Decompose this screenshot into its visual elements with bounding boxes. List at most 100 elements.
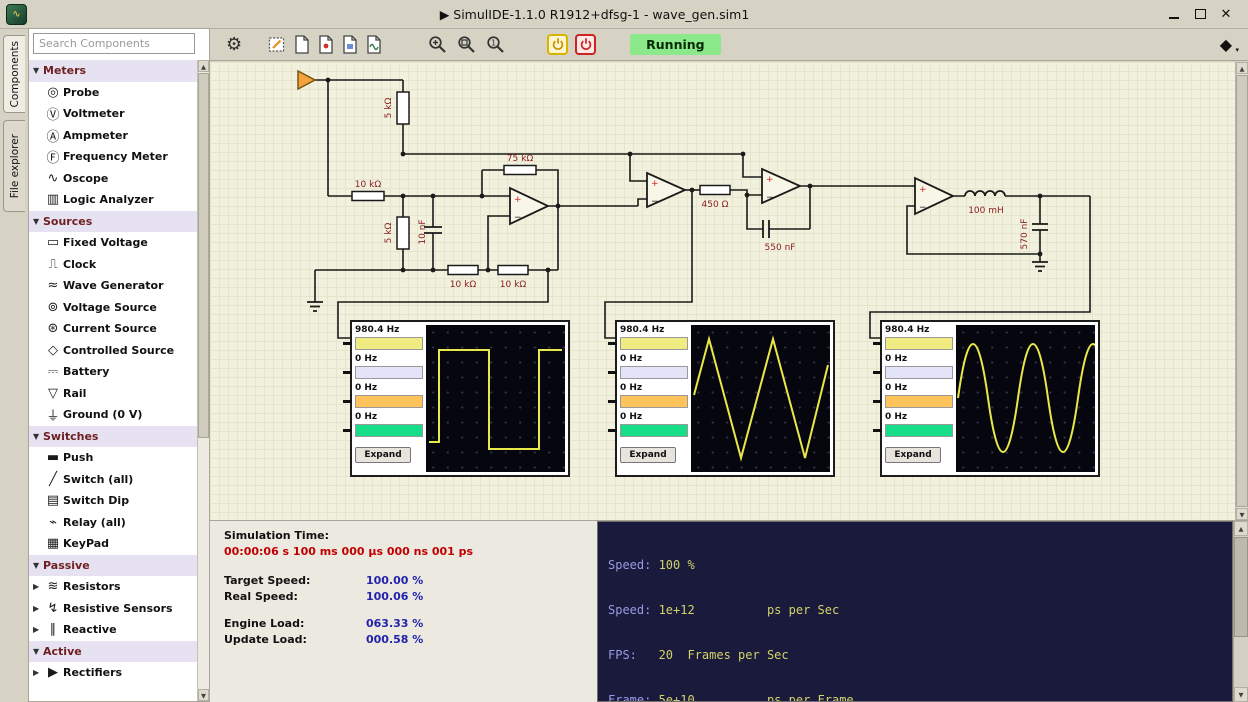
channel3-frequency: 0 Hz — [885, 383, 953, 394]
minimize-icon — [1169, 17, 1179, 19]
opamp-2[interactable]: + − — [647, 173, 685, 207]
export-circuit-icon[interactable] — [366, 35, 382, 54]
wave-generator-symbol[interactable] — [298, 71, 315, 89]
component-item-push[interactable]: ▬Push — [29, 447, 197, 469]
component-item-resistive-sensors[interactable]: ▶↯Resistive Sensors — [29, 598, 197, 620]
component-item-resistors[interactable]: ▶≋Resistors — [29, 576, 197, 598]
expand-button[interactable]: Expand — [620, 447, 676, 463]
scroll-down-icon[interactable]: ▼ — [1236, 508, 1248, 520]
scroll-down-icon[interactable]: ▼ — [198, 689, 209, 701]
expand-button[interactable]: Expand — [885, 447, 941, 463]
clock-icon: ⎍ — [43, 257, 63, 272]
maximize-icon — [1195, 9, 1206, 19]
scroll-thumb[interactable] — [1234, 537, 1248, 637]
zoom-one-icon[interactable]: 1 — [486, 35, 505, 54]
component-item-frequency-meter[interactable]: ⒻFrequency Meter — [29, 146, 197, 168]
component-search-input[interactable] — [33, 33, 195, 54]
oscilloscope-3[interactable]: 980.4 Hz 0 Hz 0 Hz 0 Hz Expand — [880, 320, 1100, 477]
oscilloscope-1[interactable]: 980.4 Hz 0 Hz 0 Hz 0 Hz Expand — [350, 320, 570, 477]
scroll-up-icon[interactable]: ▲ — [1234, 521, 1248, 536]
component-item-relay[interactable]: ⌁Relay (all) — [29, 512, 197, 534]
component-item-voltage-source[interactable]: ⊚Voltage Source — [29, 297, 197, 319]
open-circuit-icon[interactable] — [318, 35, 334, 54]
power-button-group — [547, 34, 596, 55]
resistor-r4[interactable]: 5 kΩ — [384, 217, 409, 249]
circuit-canvas[interactable]: 5 kΩ 10 kΩ 75 kΩ 5 kΩ 10 nF 10 kΩ — [210, 62, 1235, 520]
scroll-thumb[interactable] — [198, 73, 209, 438]
opamp-4[interactable]: + − — [915, 178, 953, 214]
oscilloscope-2[interactable]: 980.4 Hz 0 Hz 0 Hz 0 Hz Expand — [615, 320, 835, 477]
component-label: Voltmeter — [63, 107, 125, 120]
stat-label: Real Speed: — [224, 590, 366, 603]
component-item-switch[interactable]: ╱Switch (all) — [29, 469, 197, 491]
resistor-r7[interactable]: 450 Ω — [700, 186, 730, 211]
opamp-1[interactable]: + − — [510, 188, 548, 224]
scope-channel-panel: 980.4 Hz 0 Hz 0 Hz 0 Hz Expand — [620, 325, 688, 472]
side-tab-strip: Components File explorer — [0, 28, 28, 702]
zoom-fit-icon[interactable] — [457, 35, 476, 54]
tab-components[interactable]: Components — [3, 35, 25, 113]
component-label: KeyPad — [63, 537, 109, 550]
capacitor-c1[interactable]: 10 nF — [418, 219, 442, 244]
category-meters[interactable]: ▼Meters — [29, 60, 197, 82]
ground-symbol-1[interactable] — [307, 302, 323, 311]
category-passive[interactable]: ▼Passive — [29, 555, 197, 577]
component-item-rectifiers[interactable]: ▶▶Rectifiers — [29, 662, 197, 684]
appearance-icon[interactable]: ◆▾ — [1220, 35, 1232, 54]
save-circuit-icon[interactable] — [342, 35, 358, 54]
tab-file-explorer[interactable]: File explorer — [3, 120, 25, 212]
zoom-in-icon[interactable] — [428, 35, 447, 54]
component-item-battery[interactable]: ⎓Battery — [29, 361, 197, 383]
capacitor-c3[interactable]: 570 nF — [1020, 219, 1048, 250]
stat-label: Engine Load: — [224, 617, 366, 630]
category-active[interactable]: ▼Active — [29, 641, 197, 663]
component-item-fixed-voltage[interactable]: ▭Fixed Voltage — [29, 232, 197, 254]
scroll-up-icon[interactable]: ▲ — [198, 60, 209, 72]
component-item-oscope[interactable]: ∿Oscope — [29, 168, 197, 190]
edit-circuit-icon[interactable] — [268, 35, 286, 54]
capacitor-c2[interactable]: 550 nF — [763, 220, 795, 253]
expand-button[interactable]: Expand — [355, 447, 411, 463]
component-item-logic-analyzer[interactable]: ▥Logic Analyzer — [29, 189, 197, 211]
app-window: ∿ ▶ SimulIDE-1.1.0 R1912+dfsg-1 - wave_g… — [0, 0, 1248, 702]
resistor-r3[interactable]: 10 kΩ — [352, 180, 384, 201]
component-item-current-source[interactable]: ⊛Current Source — [29, 318, 197, 340]
resistor-r1[interactable]: 5 kΩ — [384, 92, 409, 124]
canvas-scrollbar[interactable]: ▲ ▼ — [1235, 62, 1248, 520]
category-sources[interactable]: ▼Sources — [29, 211, 197, 233]
power-off-icon[interactable] — [575, 34, 596, 55]
component-item-ampmeter[interactable]: ⒶAmpmeter — [29, 125, 197, 147]
maximize-button[interactable] — [1188, 4, 1212, 24]
wave-generator-icon: ≈ — [43, 278, 63, 293]
opamp-3[interactable]: + − — [762, 169, 800, 203]
component-item-switch-dip[interactable]: ▤Switch Dip — [29, 490, 197, 512]
component-item-controlled-source[interactable]: ◇Controlled Source — [29, 340, 197, 362]
component-label: Push — [63, 451, 93, 464]
resistor-r5[interactable]: 10 kΩ — [448, 266, 478, 291]
console-scrollbar[interactable]: ▲ ▼ — [1233, 521, 1248, 702]
minimize-button[interactable] — [1162, 4, 1186, 24]
new-circuit-icon[interactable] — [294, 35, 310, 54]
components-scrollbar[interactable]: ▲ ▼ — [197, 60, 209, 701]
scroll-up-icon[interactable]: ▲ — [1236, 62, 1248, 74]
category-switches[interactable]: ▼Switches — [29, 426, 197, 448]
ground-symbol-2[interactable] — [1032, 262, 1048, 271]
component-item-keypad[interactable]: ▦KeyPad — [29, 533, 197, 555]
component-item-probe[interactable]: ◎Probe — [29, 82, 197, 104]
close-button[interactable]: ✕ — [1214, 4, 1238, 24]
resistor-r2[interactable]: 75 kΩ — [504, 154, 536, 175]
scroll-thumb[interactable] — [1236, 75, 1248, 507]
category-label: Sources — [43, 215, 92, 228]
inductor-l1[interactable]: 100 mH — [965, 191, 1005, 216]
resistor-r6[interactable]: 10 kΩ — [498, 266, 528, 291]
settings-gear-icon[interactable]: ⚙ — [226, 34, 242, 55]
component-item-rail[interactable]: ▽Rail — [29, 383, 197, 405]
scroll-down-icon[interactable]: ▼ — [1234, 687, 1248, 702]
component-item-reactive[interactable]: ▶∥Reactive — [29, 619, 197, 641]
component-item-voltmeter[interactable]: ⓋVoltmeter — [29, 103, 197, 125]
component-item-clock[interactable]: ⎍Clock — [29, 254, 197, 276]
power-on-icon[interactable] — [547, 34, 568, 55]
component-item-ground[interactable]: ⏚Ground (0 V) — [29, 404, 197, 426]
channel4-level-bar — [355, 424, 423, 437]
component-item-wave-generator[interactable]: ≈Wave Generator — [29, 275, 197, 297]
